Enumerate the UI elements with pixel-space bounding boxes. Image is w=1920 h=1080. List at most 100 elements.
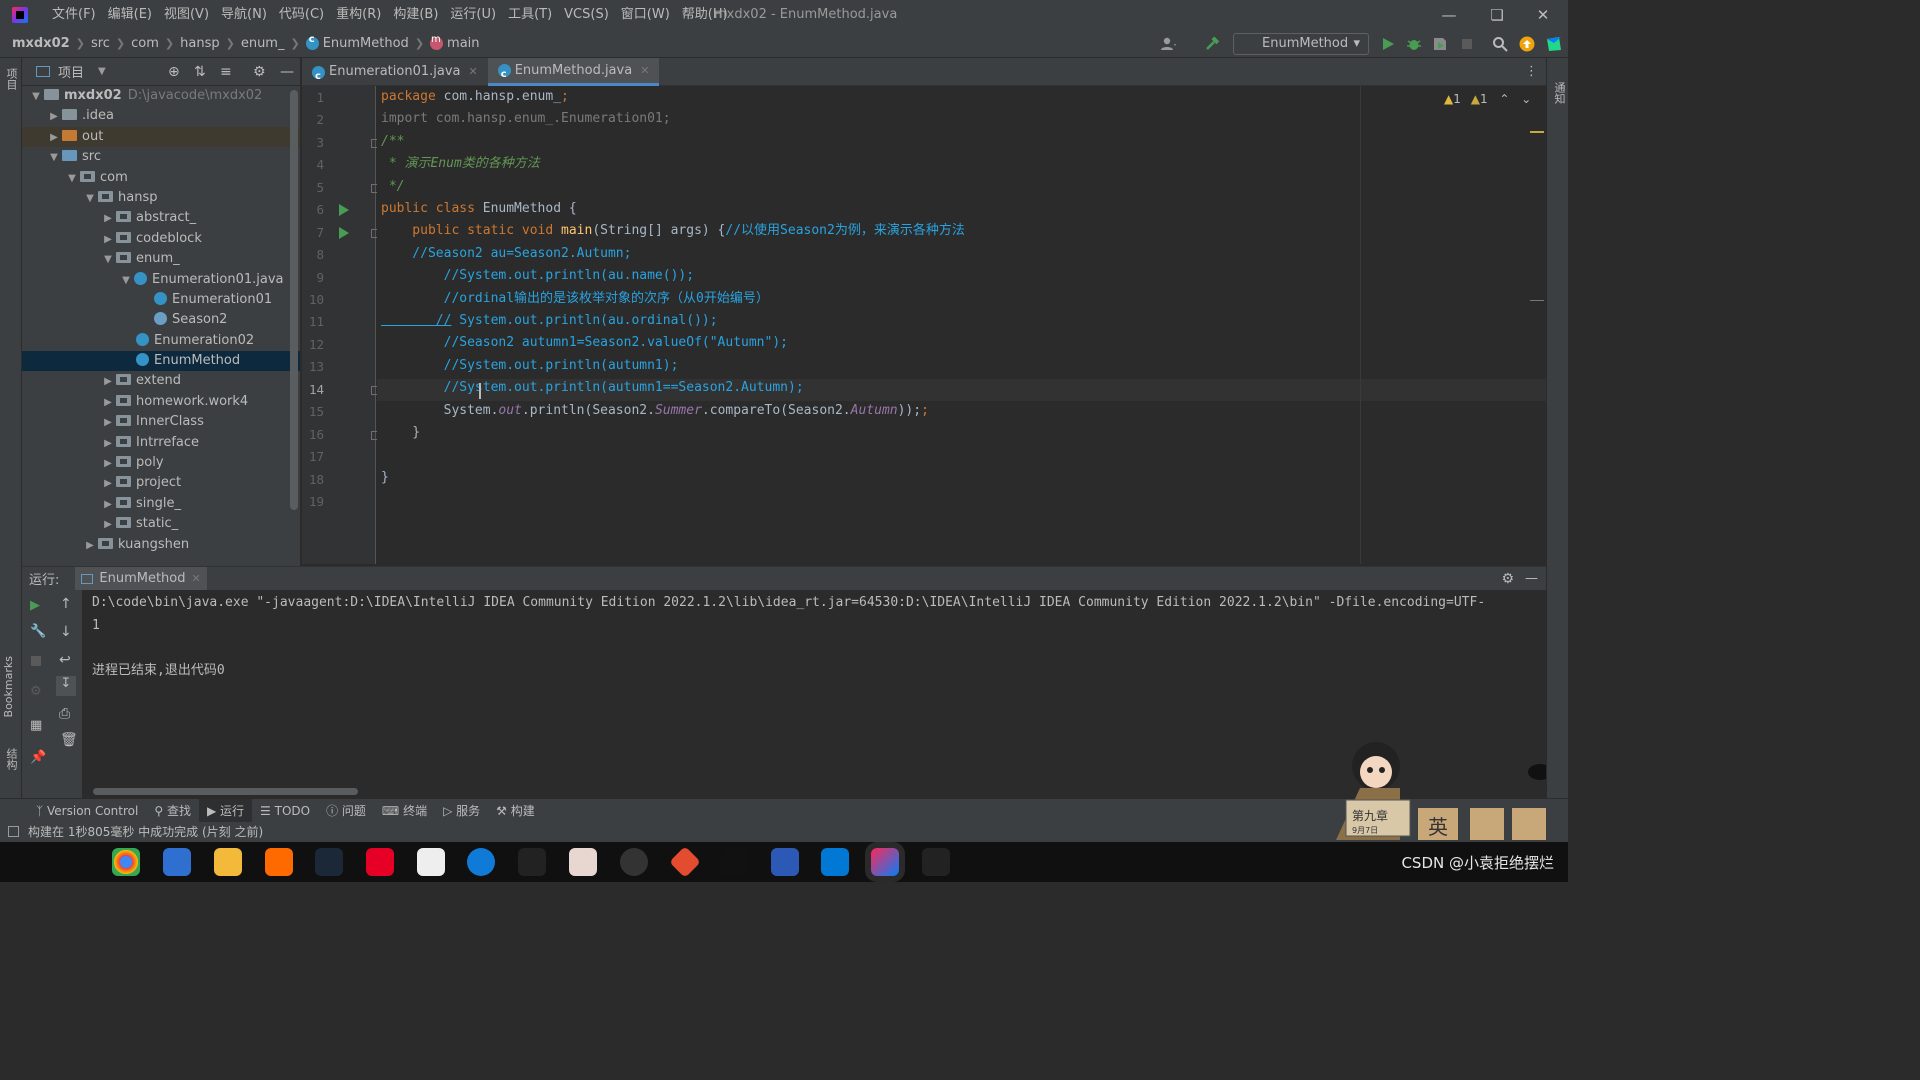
tab-run[interactable]: ▶ 运行 xyxy=(198,798,253,823)
menu-refactor[interactable]: 重构(R) xyxy=(330,0,387,30)
project-panel-title[interactable]: 项目 xyxy=(58,62,84,81)
git-icon[interactable] xyxy=(669,846,701,878)
stop-icon[interactable] xyxy=(1459,36,1475,52)
collapse-all-icon[interactable]: ≡ xyxy=(220,64,232,80)
epic-games-icon[interactable] xyxy=(922,848,950,876)
tree-node-homework[interactable]: ▶ homework.work4 xyxy=(22,392,300,412)
code-editor[interactable]: package com.hansp.enum_; import com.hans… xyxy=(377,86,1546,564)
rerun-icon[interactable]: ▶ xyxy=(30,598,40,613)
tree-node-enumeration01-class[interactable]: Enumeration01 xyxy=(22,290,300,310)
trash-icon[interactable]: 🗑 xyxy=(60,732,78,748)
tab-find[interactable]: ⚲ 查找 xyxy=(146,799,199,823)
tree-node-com[interactable]: ▼ com xyxy=(22,168,300,188)
hide-panel-icon[interactable]: — xyxy=(1525,571,1538,586)
hide-panel-icon[interactable]: — xyxy=(280,64,294,80)
build-hammer-icon[interactable] xyxy=(1204,36,1220,52)
breadcrumb-project[interactable]: mxdx02 xyxy=(12,36,70,51)
run-class-gutter-icon[interactable] xyxy=(339,204,349,216)
tab-enumeration01-java[interactable]: Enumeration01.java ✕ xyxy=(302,58,488,91)
breadcrumb-src[interactable]: src xyxy=(91,36,110,51)
menu-view[interactable]: 视图(V) xyxy=(158,0,215,30)
netease-music-icon[interactable] xyxy=(366,848,394,876)
menu-edit[interactable]: 编辑(E) xyxy=(102,0,158,30)
scroll-up-icon[interactable]: ↑ xyxy=(60,596,72,612)
close-window-button[interactable]: ✕ xyxy=(1520,0,1566,30)
tree-node-intrreface[interactable]: ▶ Intrreface xyxy=(22,433,300,453)
minimize-button[interactable]: — xyxy=(1426,0,1472,30)
breadcrumb-class[interactable]: EnumMethod xyxy=(323,36,409,51)
breadcrumb-method[interactable]: main xyxy=(447,36,479,51)
anime-app-icon[interactable] xyxy=(569,848,597,876)
wrench-icon[interactable]: 🔧 xyxy=(30,624,46,639)
tree-node-kuangshen[interactable]: ▶ kuangshen xyxy=(22,535,300,555)
stop-icon[interactable] xyxy=(31,656,41,666)
soft-wrap-icon[interactable]: ↩ xyxy=(59,652,71,668)
tree-node-abstract[interactable]: ▶ abstract_ xyxy=(22,208,300,228)
tree-node-enum[interactable]: ▼ enum_ xyxy=(22,249,300,269)
notifications-tool-label[interactable]: 通知 xyxy=(1551,82,1567,104)
breadcrumb-enum[interactable]: enum_ xyxy=(241,36,285,51)
run-tab-enummethod[interactable]: EnumMethod ✕ xyxy=(75,566,207,591)
menu-navigate[interactable]: 导航(N) xyxy=(215,0,273,30)
tree-scrollbar[interactable] xyxy=(290,90,298,510)
run-main-gutter-icon[interactable] xyxy=(339,227,349,239)
g-app-icon[interactable] xyxy=(620,848,648,876)
expand-all-icon[interactable]: ⇅ xyxy=(194,64,206,80)
tree-node-enumeration02[interactable]: Enumeration02 xyxy=(22,331,300,351)
devc-icon[interactable] xyxy=(771,848,799,876)
close-icon[interactable]: ✕ xyxy=(468,58,477,86)
tab-todo[interactable]: ☰ TODO xyxy=(252,799,318,823)
run-icon[interactable] xyxy=(1380,36,1396,52)
inspection-indicator[interactable]: ▲1 ▲1 ⌃ ⌄ xyxy=(1444,92,1531,106)
menu-window[interactable]: 窗口(W) xyxy=(615,0,676,30)
steam-icon[interactable] xyxy=(315,848,343,876)
warning-stripe-mark[interactable] xyxy=(1530,131,1544,133)
epic-games-icon[interactable] xyxy=(518,848,546,876)
tree-node-season2[interactable]: Season2 xyxy=(22,310,300,330)
tab-build[interactable]: ⚒ 构建 xyxy=(488,799,543,823)
toolbox-icon[interactable] xyxy=(1546,36,1562,52)
tree-node-root[interactable]: ▼ mxdx02 D:\javacode\mxdx02 xyxy=(22,86,300,106)
computer-icon[interactable] xyxy=(163,848,191,876)
tree-node-innerclass[interactable]: ▶ InnerClass xyxy=(22,412,300,432)
tree-node-codeblock[interactable]: ▶ codeblock xyxy=(22,229,300,249)
tab-problems[interactable]: ⓘ 问题 xyxy=(318,799,374,823)
scroll-to-end-icon[interactable]: ↧ xyxy=(56,676,76,696)
close-icon[interactable]: ✕ xyxy=(192,572,201,585)
intellij-taskbar-icon[interactable] xyxy=(871,848,899,876)
scroll-down-icon[interactable]: ↓ xyxy=(60,624,72,640)
menu-code[interactable]: 代码(C) xyxy=(273,0,330,30)
structure-tool-label[interactable]: 结构 xyxy=(3,748,19,770)
pin-icon[interactable]: 📌 xyxy=(30,750,46,765)
tree-node-enumeration01-java[interactable]: ▼ Enumeration01.java xyxy=(22,270,300,290)
owl-app-icon[interactable] xyxy=(214,848,242,876)
vscode-icon[interactable] xyxy=(821,848,849,876)
console-horizontal-scrollbar[interactable] xyxy=(93,788,358,795)
menu-tools[interactable]: 工具(T) xyxy=(502,0,558,30)
print-icon[interactable]: ⎙ xyxy=(59,706,70,722)
previous-highlight-icon[interactable]: ⌃ xyxy=(1499,92,1509,106)
tree-node-extend[interactable]: ▶ extend xyxy=(22,371,300,391)
tree-node-enummethod[interactable]: EnumMethod xyxy=(22,351,300,372)
tree-node-static[interactable]: ▶ static_ xyxy=(22,514,300,534)
locate-icon[interactable]: ⊕ xyxy=(168,64,180,80)
qq-icon[interactable] xyxy=(721,848,749,876)
menu-file[interactable]: 文件(F) xyxy=(46,0,102,30)
menu-vcs[interactable]: VCS(S) xyxy=(558,0,615,30)
more-options-icon[interactable]: ⋮ xyxy=(1525,64,1538,79)
user-icon[interactable] xyxy=(1160,36,1176,52)
next-highlight-icon[interactable]: ⌄ xyxy=(1521,92,1531,106)
project-tool-label[interactable]: 项目 xyxy=(3,68,19,90)
tree-node-hansp[interactable]: ▼ hansp xyxy=(22,188,300,208)
tree-node-single[interactable]: ▶ single_ xyxy=(22,494,300,514)
tab-services[interactable]: ▷ 服务 xyxy=(435,799,488,823)
chevron-down-icon[interactable]: ▼ xyxy=(98,66,106,77)
tab-version-control[interactable]: ᛉ Version Control xyxy=(28,799,146,823)
run-configuration-select[interactable]: EnumMethod xyxy=(1233,33,1369,55)
tree-node-src[interactable]: ▼ src xyxy=(22,147,300,167)
restore-layout-icon[interactable]: ⚙ xyxy=(30,684,42,699)
intellij-logo-icon[interactable] xyxy=(12,7,28,23)
tree-node-project[interactable]: ▶ project xyxy=(22,473,300,493)
update-icon[interactable] xyxy=(1519,36,1535,52)
search-icon[interactable] xyxy=(1492,36,1508,52)
